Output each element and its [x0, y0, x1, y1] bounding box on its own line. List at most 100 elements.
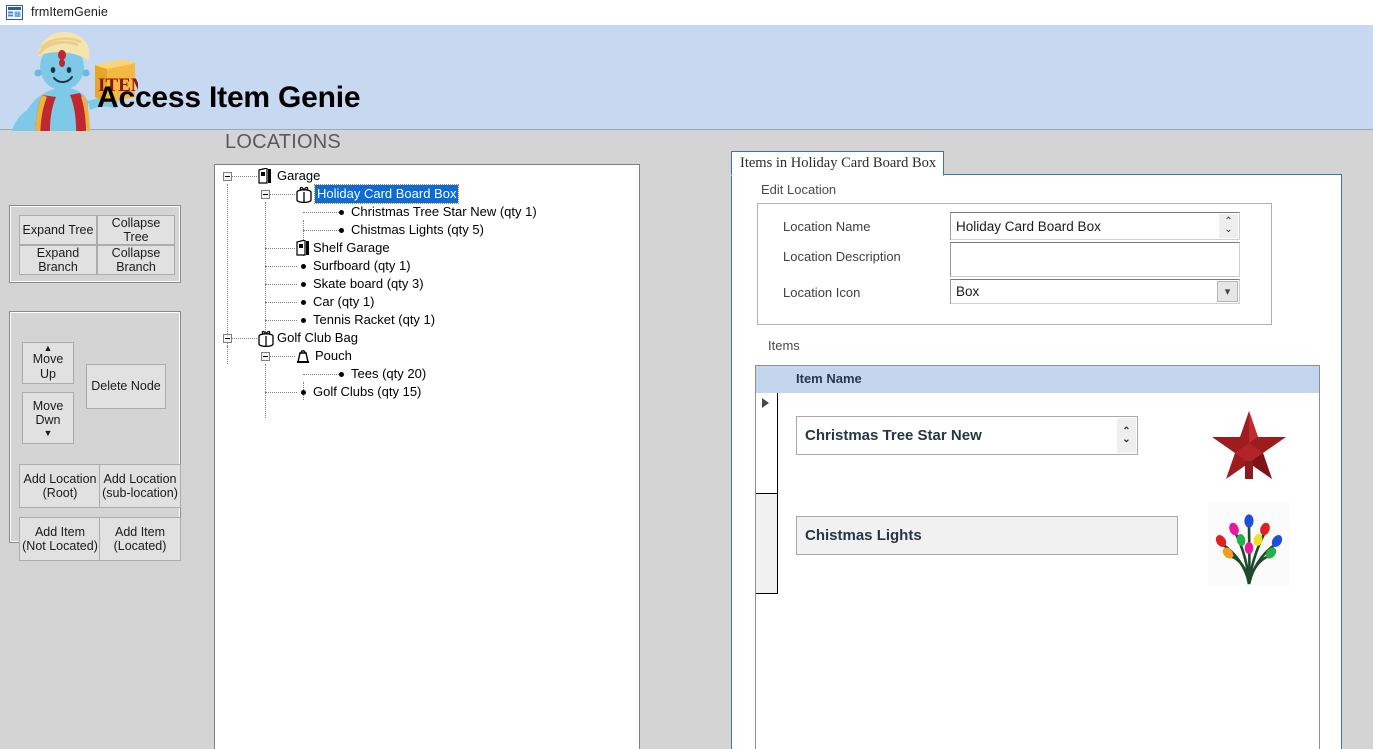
- add-location-sub-label: Add Location (sub-location): [102, 471, 178, 500]
- collapse-tree-button[interactable]: Collapse Tree: [97, 215, 175, 245]
- up-arrow-icon: ▲: [43, 343, 53, 354]
- down-arrow-icon: ▼: [43, 428, 53, 439]
- items-section-label: Items: [768, 338, 800, 353]
- item-name-input[interactable]: Christmas Tree Star New ⌃ ⌄: [796, 416, 1138, 455]
- pouch-icon: [295, 348, 311, 364]
- garage-icon: [295, 239, 311, 256]
- location-name-spinner[interactable]: ⌃ ⌄: [1219, 214, 1238, 238]
- location-icon-value: Box: [956, 284, 980, 299]
- move-up-button[interactable]: ▲ Move Up: [22, 342, 74, 384]
- column-header-item-name: Item Name: [796, 371, 862, 386]
- move-down-button[interactable]: Move Dwn ▼: [22, 392, 74, 444]
- tree-node-label: Pouch: [315, 348, 352, 363]
- tree-expander-golf-bag[interactable]: [223, 334, 232, 343]
- tree-node-pouch[interactable]: Pouch: [315, 347, 352, 365]
- tree-node-label: Christmas Tree Star New (qty 1): [351, 204, 537, 219]
- bullet-icon: [301, 282, 306, 287]
- move-up-label: Move Up: [32, 352, 64, 381]
- item-name-value: Chistmas Lights: [805, 527, 922, 544]
- access-form-icon: [6, 4, 23, 20]
- tree-node-tees[interactable]: Tees (qty 20): [351, 365, 426, 383]
- tree-node-garage[interactable]: Garage: [277, 167, 320, 185]
- tree-connector: [265, 266, 297, 267]
- item-name-scrollbar[interactable]: ⌃ ⌄: [1117, 418, 1136, 453]
- tab-items-in-location[interactable]: Items in Holiday Card Board Box: [731, 151, 944, 176]
- tree-node-label: Skate board (qty 3): [313, 276, 424, 291]
- tree-node-christmas-tree-star-new[interactable]: Christmas Tree Star New (qty 1): [351, 203, 537, 221]
- tree-node-shelf-garage[interactable]: Shelf Garage: [313, 239, 390, 257]
- tree-node-label: Tennis Racket (qty 1): [313, 312, 436, 327]
- tree-connector: [227, 184, 228, 346]
- tree-node-label: Car (qty 1): [313, 294, 375, 309]
- tree-connector: [269, 356, 295, 357]
- spinner-down-icon: ⌄: [1122, 433, 1131, 445]
- bullet-icon: [339, 228, 344, 233]
- tree-node-chistmas-lights[interactable]: Chistmas Lights (qty 5): [351, 221, 484, 239]
- items-subform: Item Name Christmas Tree Star New ⌃ ⌄ Ch…: [755, 365, 1320, 749]
- tree-connector: [265, 284, 297, 285]
- tree-node-label: Surfboard (qty 1): [313, 258, 411, 273]
- tree-connector: [231, 338, 257, 339]
- tree-node-golf-club-bag[interactable]: Golf Club Bag: [277, 329, 358, 347]
- spinner-down-icon: ⌄: [1224, 224, 1233, 235]
- add-item-not-located-button[interactable]: Add Item (Not Located): [19, 517, 101, 561]
- tree-connector: [269, 194, 295, 195]
- window-title: frmItemGenie: [31, 5, 108, 19]
- tree-connector: [265, 364, 266, 418]
- location-name-input[interactable]: Holiday Card Board Box ⌃ ⌄: [950, 212, 1240, 240]
- window-title-bar: frmItemGenie: [0, 0, 1373, 25]
- current-record-arrow-icon: [762, 398, 769, 408]
- tree-node-car[interactable]: Car (qty 1): [313, 293, 374, 311]
- locations-tree[interactable]: Garage Holiday Card Board Box Christmas …: [214, 164, 640, 749]
- item-name-input[interactable]: Chistmas Lights: [796, 516, 1178, 555]
- tree-expander-pouch[interactable]: [261, 352, 270, 361]
- tree-node-golf-clubs[interactable]: Golf Clubs (qty 15): [313, 383, 421, 401]
- tree-node-surfboard[interactable]: Surfboard (qty 1): [313, 257, 411, 275]
- tree-node-skate-board[interactable]: Skate board (qty 3): [313, 275, 424, 293]
- tree-node-holiday-card-board-box[interactable]: Holiday Card Board Box: [313, 184, 460, 204]
- item-image-red-star: [1208, 403, 1290, 485]
- box-icon: [257, 330, 274, 348]
- tree-expander-holiday-box[interactable]: [261, 190, 270, 199]
- tree-connector: [227, 346, 228, 364]
- tree-node-label: Tees (qty 20): [351, 366, 427, 381]
- add-location-root-button[interactable]: Add Location (Root): [19, 464, 101, 508]
- record-selector[interactable]: [756, 393, 778, 494]
- add-location-root-label: Add Location (Root): [23, 471, 97, 500]
- location-icon-combobox[interactable]: Box ▾: [950, 279, 1240, 304]
- tree-connector: [231, 176, 257, 177]
- add-location-sub-button[interactable]: Add Location (sub-location): [99, 464, 181, 508]
- tree-node-label: Shelf Garage: [313, 240, 390, 255]
- tree-node-label: Chistmas Lights (qty 5): [351, 222, 484, 237]
- bullet-icon: [301, 300, 306, 305]
- move-down-label: Move Dwn: [32, 398, 64, 427]
- tree-connector: [265, 202, 266, 346]
- tree-connector: [265, 320, 297, 321]
- table-row[interactable]: Chistmas Lights: [756, 494, 1319, 594]
- location-name-value: Holiday Card Board Box: [956, 218, 1101, 234]
- tree-expander-garage[interactable]: [223, 172, 232, 181]
- garage-icon: [257, 167, 273, 184]
- tree-controls-group: Expand Tree Collapse Tree Expand Branch …: [9, 205, 181, 283]
- tree-connector: [303, 374, 339, 375]
- chevron-down-icon[interactable]: ▾: [1217, 281, 1238, 302]
- table-row[interactable]: Christmas Tree Star New ⌃ ⌄: [756, 393, 1319, 494]
- app-header-banner: ITEM Access Item Genie: [0, 25, 1373, 153]
- left-tool-panel: Expand Tree Collapse Tree Expand Branch …: [0, 131, 215, 749]
- collapse-branch-button[interactable]: Collapse Branch: [97, 245, 175, 275]
- bullet-icon: [301, 264, 306, 269]
- delete-node-button[interactable]: Delete Node: [86, 364, 166, 409]
- bullet-icon: [339, 210, 344, 215]
- add-item-located-button[interactable]: Add Item (Located): [99, 517, 181, 561]
- collapse-branch-label: Collapse Branch: [111, 245, 161, 274]
- item-image-christmas-lights: [1208, 502, 1290, 586]
- page-title: Access Item Genie: [97, 81, 361, 114]
- location-description-input[interactable]: [950, 242, 1240, 277]
- tree-connector: [265, 302, 297, 303]
- tree-node-tennis-racket[interactable]: Tennis Racket (qty 1): [313, 311, 435, 329]
- tree-node-label: Holiday Card Board Box: [313, 184, 460, 204]
- expand-branch-button[interactable]: Expand Branch: [19, 245, 97, 275]
- expand-tree-button[interactable]: Expand Tree: [19, 215, 97, 245]
- location-icon-label: Location Icon: [783, 285, 861, 300]
- record-selector[interactable]: [756, 494, 778, 594]
